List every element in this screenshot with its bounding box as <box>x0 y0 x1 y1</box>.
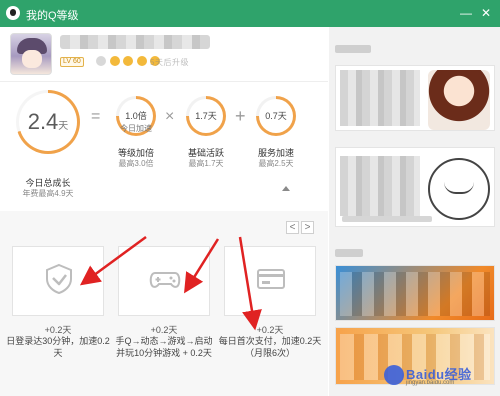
side-heading <box>335 249 363 257</box>
main-panel: LV 60 5天后升级 2.4天 = 1.0倍 今日加速 × 1.7天 + 0.… <box>0 27 328 396</box>
task-card-game[interactable] <box>118 246 210 316</box>
caret-up-icon <box>282 186 290 191</box>
service-accel-ring[interactable]: 0.7天 <box>256 96 296 136</box>
crown-icon <box>123 56 134 66</box>
ad-card[interactable] <box>335 65 495 131</box>
task-pager: < > <box>284 221 314 234</box>
task-description: 日登录达30分钟，加速0.2天 <box>6 336 110 358</box>
profile-header: LV 60 5天后升级 <box>0 27 328 81</box>
cartoon-face-image <box>428 158 490 220</box>
avatar[interactable] <box>10 33 52 75</box>
side-panel <box>329 27 500 396</box>
prev-page-button[interactable]: < <box>286 221 299 234</box>
total-growth-ring: 2.4天 <box>16 90 80 154</box>
today-accel-label: 今日加速 <box>120 124 152 133</box>
equals-sign: = <box>91 108 101 125</box>
minimize-button[interactable]: — <box>458 5 474 21</box>
anime-girl-image <box>428 70 490 130</box>
shield-check-icon <box>46 263 72 295</box>
speed-panel: 2.4天 = 1.0倍 今日加速 × 1.7天 + 0.7天 今日总成长 年费最… <box>0 81 328 212</box>
next-page-button[interactable]: > <box>301 221 314 234</box>
task-card-payment[interactable] <box>224 246 316 316</box>
total-growth-value: 2.4天 <box>27 109 69 134</box>
level-multiplier-max: 最高3.0倍 <box>118 159 154 168</box>
game-banner[interactable] <box>335 265 495 321</box>
title-bar: 我的Q等级 — ✕ <box>0 0 500 27</box>
days-to-upgrade: 5天后升级 <box>150 58 189 67</box>
window-title: 我的Q等级 <box>26 10 79 22</box>
ad-card[interactable] <box>335 147 495 227</box>
side-heading <box>335 45 371 53</box>
base-active-value: 1.7天 <box>195 111 217 121</box>
base-active-ring[interactable]: 1.7天 <box>186 96 226 136</box>
sun-icon <box>96 56 106 66</box>
card-icon <box>257 269 285 289</box>
total-growth-max: 年费最高4.9天 <box>22 189 74 198</box>
baidu-paw-icon <box>384 365 404 385</box>
close-button[interactable]: ✕ <box>478 5 494 21</box>
level-multiplier-ring[interactable]: 1.0倍 今日加速 <box>116 96 156 136</box>
service-accel-max: 最高2.5天 <box>258 159 294 168</box>
level-badge: LV 60 <box>60 57 84 67</box>
gamepad-icon <box>149 272 181 288</box>
task-panel: < > +0.2天 +0.2天 +0.2天 日登录达30分钟，加速0.2天 手Q… <box>0 211 328 396</box>
base-active-max: 最高1.7天 <box>188 159 224 168</box>
qq-penguin-icon <box>6 6 20 20</box>
plus-sign: + <box>235 106 246 126</box>
task-description: 每日首次支付，加速0.2天（月限6次） <box>218 336 322 358</box>
crown-icon <box>136 56 147 66</box>
task-card-login[interactable] <box>12 246 104 316</box>
service-accel-value: 0.7天 <box>265 111 287 121</box>
crown-icon <box>109 56 120 66</box>
task-description: 手Q→动态→游戏→启动并玩10分钟游戏 + 0.2天 <box>115 336 213 358</box>
times-sign: × <box>165 108 175 125</box>
level-multiplier-value: 1.0倍 <box>125 111 147 121</box>
nickname-blurred <box>60 35 210 49</box>
baidu-jingyan-watermark: Baidu经验 jingyan.baidu.com <box>384 363 492 391</box>
